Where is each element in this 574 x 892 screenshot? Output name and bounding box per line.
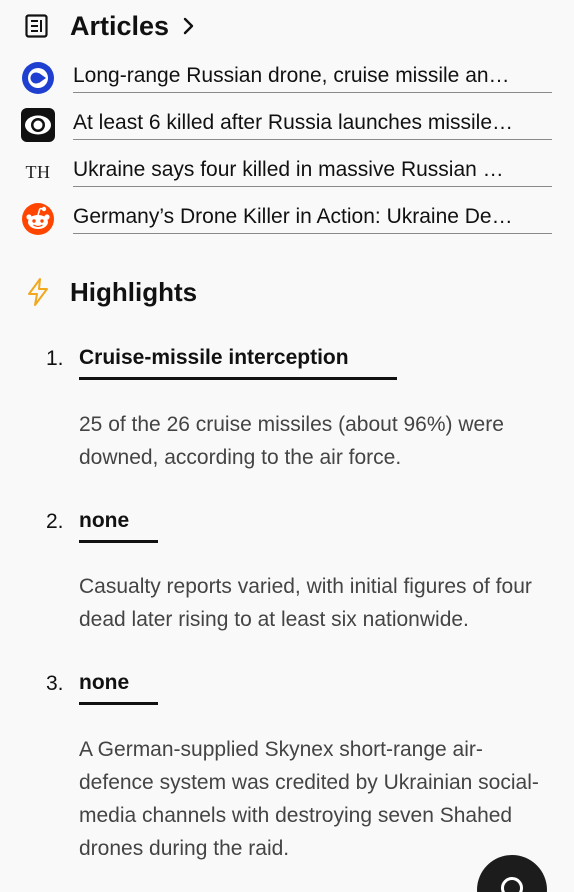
cbs-eye-icon	[20, 107, 56, 143]
highlight-body: Casualty reports varied, with initial fi…	[79, 575, 532, 631]
highlights-header: Highlights	[24, 274, 197, 310]
article-link[interactable]: At least 6 killed after Russia launches …	[73, 110, 552, 140]
chevron-right-icon[interactable]	[183, 17, 195, 35]
article-link[interactable]: Long-range Russian drone, cruise missile…	[73, 63, 552, 93]
article-link[interactable]: Germany’s Drone Killer in Action: Ukrain…	[73, 204, 552, 234]
article-link[interactable]: Ukraine says four killed in massive Russ…	[73, 157, 552, 187]
highlight-number: 2.	[46, 510, 64, 533]
article-icon	[24, 12, 52, 40]
articles-header[interactable]: Articles	[24, 8, 195, 44]
page: Articles Long-range Russian drone, cruis…	[0, 0, 574, 892]
th-monogram-icon: TH	[20, 154, 56, 190]
article-item[interactable]: Germany’s Drone Killer in Action: Ukrain…	[20, 199, 552, 239]
article-item[interactable]: TH Ukraine says four killed in massive R…	[20, 152, 552, 192]
highlight-body: 25 of the 26 cruise missiles (about 96%)…	[79, 413, 504, 469]
th-monogram-text: TH	[25, 161, 51, 182]
highlight-body: A German-supplied Skynex short-range air…	[79, 738, 539, 860]
article-item[interactable]: At least 6 killed after Russia launches …	[20, 105, 552, 145]
article-item[interactable]: Long-range Russian drone, cruise missile…	[20, 58, 552, 98]
highlight-number: 3.	[46, 672, 64, 695]
highlight-number: 1.	[46, 347, 64, 370]
reddit-icon	[20, 201, 56, 237]
highlight-title[interactable]: none	[79, 671, 158, 705]
highlights-title: Highlights	[70, 276, 198, 307]
blue-circle-play-icon	[20, 60, 56, 96]
search-icon	[501, 877, 523, 892]
lightning-bolt-icon	[24, 278, 52, 306]
highlight-title[interactable]: none	[79, 509, 158, 543]
highlight-title[interactable]: Cruise-missile interception	[79, 346, 397, 380]
articles-title: Articles	[70, 10, 170, 41]
